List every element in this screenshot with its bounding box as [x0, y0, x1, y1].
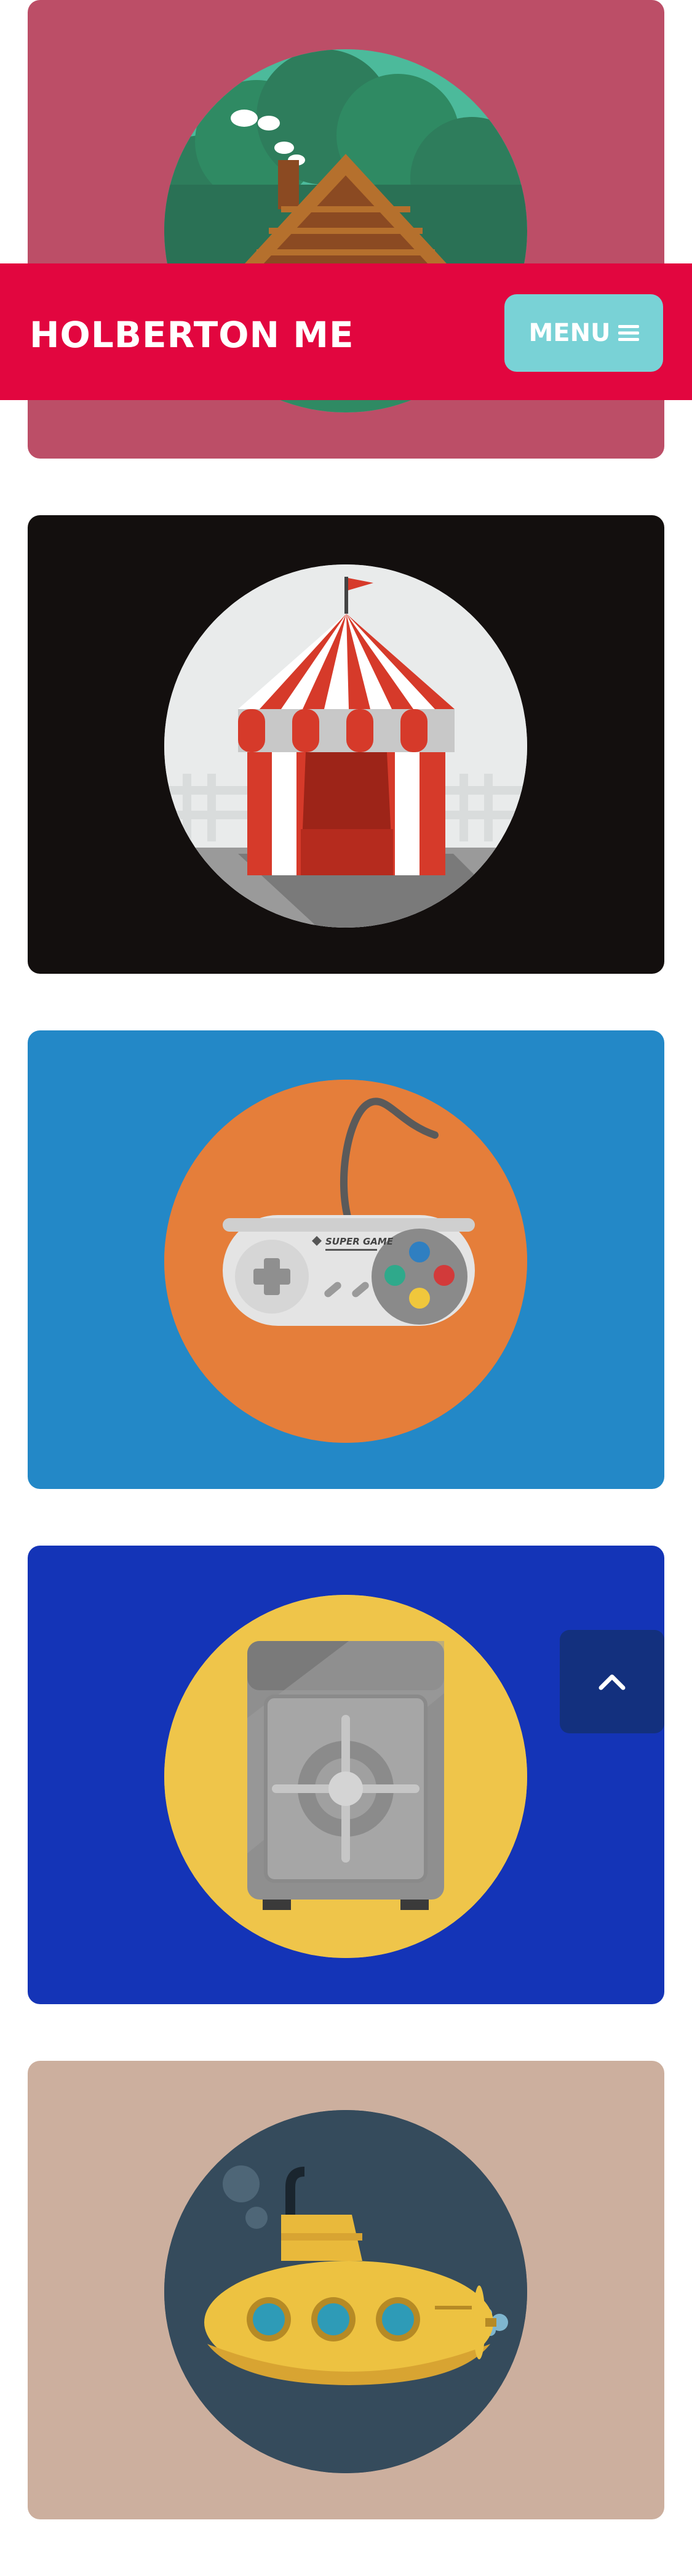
gamepad-illustration: SUPER GAME: [164, 1080, 527, 1443]
gamepad-card[interactable]: SUPER GAME: [28, 1030, 664, 1489]
submarine-illustration: [164, 2110, 527, 2473]
circus-card[interactable]: [28, 515, 664, 974]
gamepad-logo-text: SUPER GAME: [325, 1236, 394, 1247]
safe-card[interactable]: [28, 1546, 664, 2004]
chevron-up-icon: [599, 1674, 626, 1690]
submarine-card[interactable]: [28, 2061, 664, 2519]
circus-illustration: [164, 564, 527, 928]
menu-label: MENU: [528, 319, 611, 347]
site-header: HOLBERTON ME MENU: [0, 263, 692, 400]
brand-logo[interactable]: HOLBERTON ME: [30, 314, 354, 356]
scroll-to-top-button[interactable]: [560, 1630, 664, 1733]
menu-button[interactable]: MENU: [504, 294, 663, 372]
safe-illustration: [164, 1595, 527, 1958]
hamburger-icon: [618, 325, 639, 341]
